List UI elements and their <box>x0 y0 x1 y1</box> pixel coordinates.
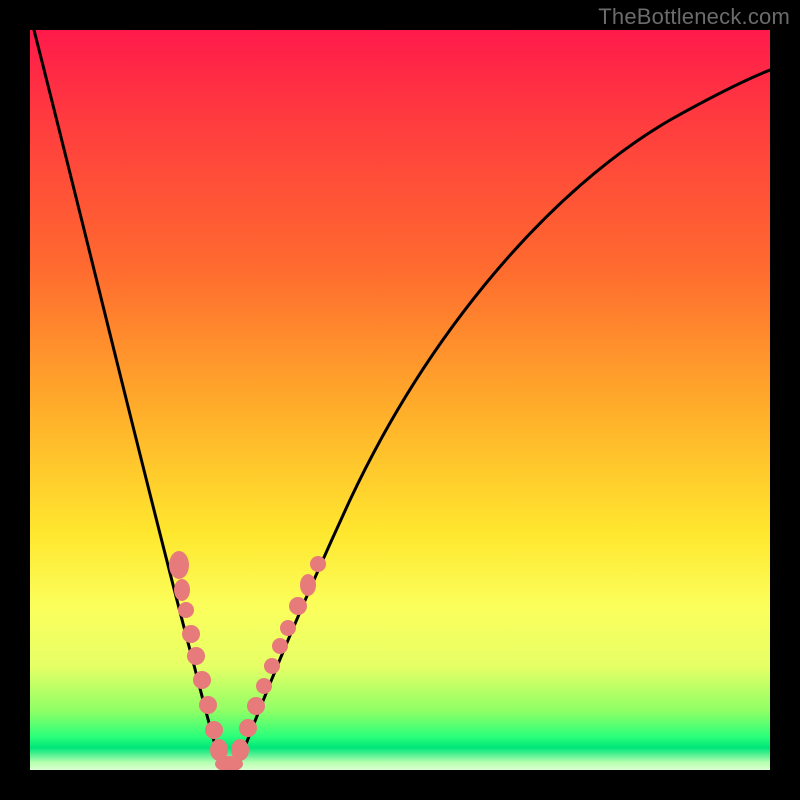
watermark-text: TheBottleneck.com <box>598 4 790 30</box>
bottleneck-curve <box>34 30 770 765</box>
curve-layer <box>30 30 770 770</box>
plot-area <box>30 30 770 770</box>
chart-frame: TheBottleneck.com <box>0 0 800 800</box>
